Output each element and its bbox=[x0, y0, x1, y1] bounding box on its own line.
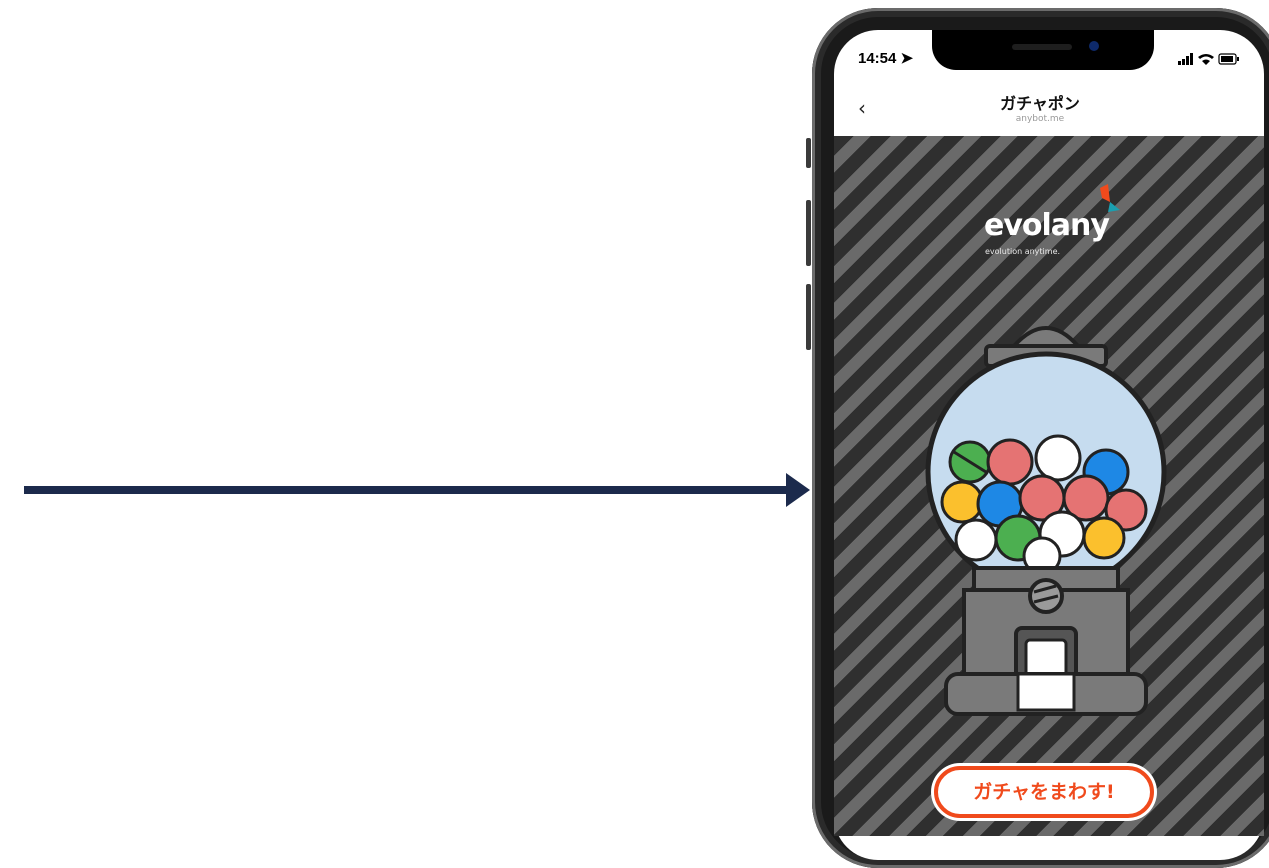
spin-gacha-button[interactable]: ガチャをまわす! bbox=[934, 766, 1154, 818]
mute-switch bbox=[806, 138, 811, 168]
signal-icon bbox=[1178, 53, 1193, 65]
spin-gacha-label: ガチャをまわす! bbox=[973, 781, 1115, 803]
location-icon: ➤ bbox=[900, 50, 914, 67]
nav-title: ガチャポン bbox=[1000, 94, 1080, 113]
brand-tagline: evolution anytime. bbox=[985, 247, 1061, 256]
gacha-machine-icon bbox=[925, 326, 1167, 716]
notch bbox=[932, 30, 1154, 70]
status-icons bbox=[1178, 52, 1240, 69]
speaker-grille bbox=[1012, 44, 1072, 50]
battery-icon bbox=[1218, 53, 1239, 65]
front-camera bbox=[1089, 41, 1099, 51]
volume-up-button bbox=[806, 200, 811, 266]
arrow-right-icon bbox=[786, 473, 810, 507]
nav-subtitle: anybot.me bbox=[1015, 114, 1065, 124]
volume-down-button bbox=[806, 284, 811, 350]
brand-logo: evolany bbox=[984, 208, 1110, 243]
wifi-icon bbox=[1198, 54, 1214, 65]
logo-mark-icon bbox=[1100, 184, 1120, 212]
pointer-arrow-line bbox=[24, 486, 790, 494]
status-time: 14:54 ➤ bbox=[858, 50, 914, 67]
back-chevron-icon[interactable]: ‹ bbox=[858, 96, 866, 120]
